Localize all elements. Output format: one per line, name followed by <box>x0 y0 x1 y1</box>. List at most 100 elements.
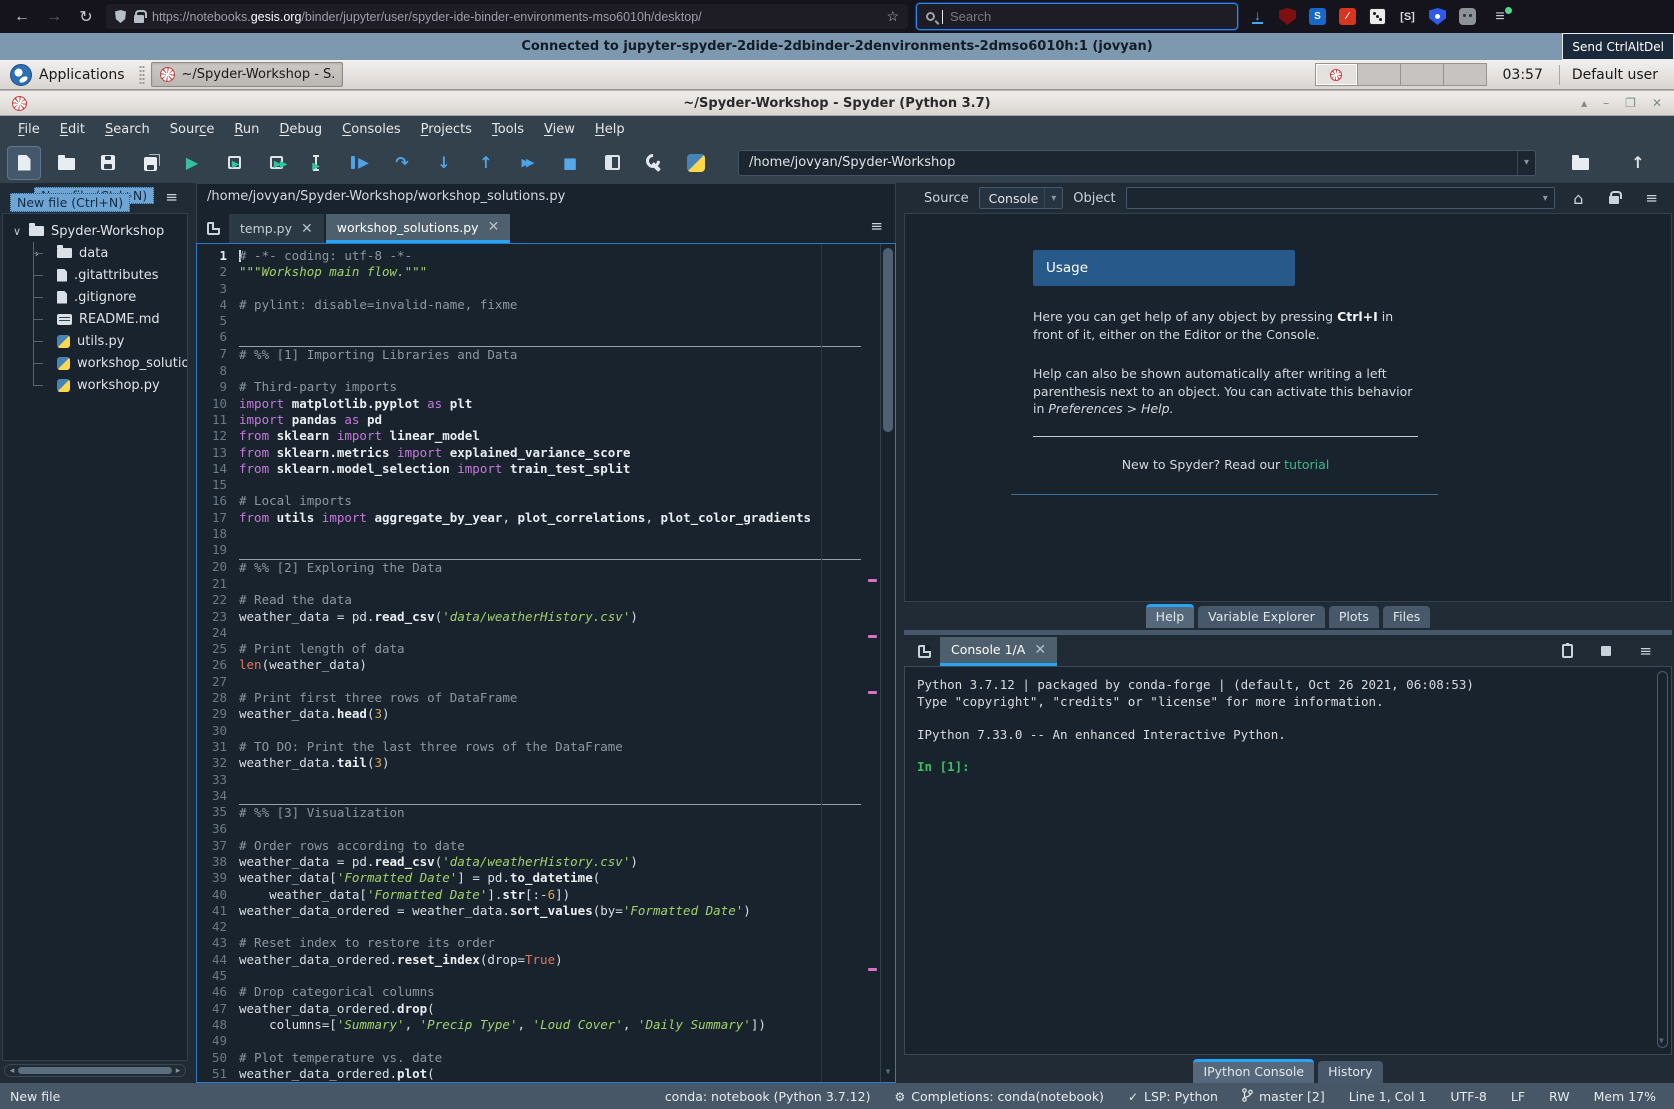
tree-item-utils-py[interactable]: utils.py <box>3 330 187 352</box>
expander-icon[interactable]: › <box>29 247 45 260</box>
tree-item--gitattributes[interactable]: .gitattributes <box>3 264 187 286</box>
close-icon[interactable]: ✕ <box>1034 645 1046 655</box>
ublock-shield-icon[interactable] <box>1279 8 1296 25</box>
menu-help[interactable]: Help <box>585 122 635 137</box>
run-cell-button[interactable]: ▶ <box>218 147 250 179</box>
scrollbar-handle[interactable] <box>18 1067 172 1074</box>
applications-menu-button[interactable]: Applications <box>6 62 133 88</box>
editor-tab-temp.py[interactable]: temp.py✕ <box>229 214 324 243</box>
python-path-manager-button[interactable] <box>680 147 712 179</box>
brackets-s-icon[interactable]: [S] <box>1399 8 1416 25</box>
menu-source[interactable]: Source <box>160 122 225 137</box>
expander-icon[interactable]: ∨ <box>9 225 25 238</box>
parent-directory-button[interactable]: ↑ <box>1622 147 1654 179</box>
console-output[interactable]: Python 3.7.12 | packaged by conda-forge … <box>904 666 1672 1055</box>
maximize-pane-button[interactable] <box>596 147 628 179</box>
debug-file-button[interactable]: ▶ <box>344 147 376 179</box>
bookmark-star-icon[interactable]: ☆ <box>886 8 899 25</box>
menu-consoles[interactable]: Consoles <box>332 122 410 137</box>
menu-debug[interactable]: Debug <box>269 122 332 137</box>
menu-view[interactable]: View <box>534 122 585 137</box>
code-editor[interactable]: 1# -*- coding: utf-8 -*-2"""Workshop mai… <box>196 243 896 1083</box>
tab-plots[interactable]: Plots <box>1329 606 1379 628</box>
tree-item-workshop-solutions-p[interactable]: workshop_solutions.p <box>3 352 187 374</box>
help-object-combo[interactable]: ▾ <box>1126 187 1556 209</box>
run-selection-button[interactable]: ▶ <box>302 147 334 179</box>
interrupt-kernel-icon[interactable] <box>1601 646 1611 656</box>
workspace-4[interactable] <box>1444 63 1487 86</box>
preferences-button[interactable] <box>638 147 670 179</box>
tab-history[interactable]: History <box>1318 1061 1382 1083</box>
workspace-1[interactable] <box>1315 63 1358 86</box>
tab-ipython-console[interactable]: IPython Console <box>1193 1059 1314 1083</box>
menu-edit[interactable]: Edit <box>50 122 95 137</box>
stop-execution-button[interactable]: ■ <box>554 147 586 179</box>
tree-item--gitignore[interactable]: .gitignore <box>3 286 187 308</box>
workspace-2[interactable] <box>1358 63 1401 86</box>
back-icon[interactable]: ← <box>10 8 34 26</box>
menu-run[interactable]: Run <box>224 122 269 137</box>
maximize-window-icon[interactable]: ❐ <box>1625 96 1636 110</box>
explorer-horizontal-scrollbar[interactable]: ◂ ▸ <box>4 1064 186 1077</box>
menu-projects[interactable]: Projects <box>411 122 482 137</box>
tree-item-workshop-py[interactable]: workshop.py <box>3 374 187 396</box>
tree-item-data[interactable]: ›data <box>3 242 187 264</box>
tab-variable-explorer[interactable]: Variable Explorer <box>1198 606 1325 628</box>
scroll-down-icon[interactable]: ▼ <box>881 1064 895 1080</box>
forward-icon[interactable]: → <box>42 8 66 26</box>
browse-working-directory-button[interactable] <box>1564 147 1596 179</box>
scroll-left-icon[interactable]: ◂ <box>7 1066 17 1076</box>
pane-splitter[interactable] <box>902 628 1674 636</box>
todo-flag-icon[interactable] <box>868 635 877 638</box>
save-file-button[interactable] <box>92 147 124 179</box>
open-file-button[interactable] <box>50 147 82 179</box>
tab-files[interactable]: Files <box>1383 606 1430 628</box>
pane-options-icon[interactable]: ≡ <box>165 188 178 206</box>
close-icon[interactable]: ✕ <box>301 224 313 234</box>
run-cell-and-advance-button[interactable]: ▶▶ <box>260 147 292 179</box>
url-bar[interactable]: https://notebooks.gesis.org/binder/jupyt… <box>106 4 908 29</box>
step-return-button[interactable]: ↑ <box>470 147 502 179</box>
editor-options-icon[interactable]: ≡ <box>870 217 895 243</box>
editor-tab-workshop_solutions.py[interactable]: workshop_solutions.py✕ <box>326 214 511 243</box>
dice-icon[interactable] <box>1369 8 1386 25</box>
downloads-icon[interactable]: ↓ <box>1252 9 1263 24</box>
search-input[interactable]: Search <box>916 3 1238 30</box>
tab-help[interactable]: Help <box>1146 604 1195 628</box>
scroll-right-icon[interactable]: ▸ <box>173 1066 183 1076</box>
tracking-protection-shield-icon[interactable] <box>115 10 126 23</box>
blue-shield-icon[interactable] <box>1429 8 1446 25</box>
user-menu[interactable]: Default user <box>1572 67 1658 83</box>
browse-tabs-button[interactable] <box>908 636 940 666</box>
pane-options-icon[interactable]: ≡ <box>1639 642 1652 660</box>
taskbar-window-button[interactable]: ~/Spyder-Workshop - S... <box>151 62 343 87</box>
menu-tools[interactable]: Tools <box>482 122 534 137</box>
console-scrollbar[interactable] <box>1657 671 1668 1048</box>
step-into-button[interactable]: ↓ <box>428 147 460 179</box>
app-menu-icon[interactable]: ≡ <box>1488 8 1512 26</box>
todo-flag-icon[interactable] <box>868 579 877 582</box>
minimize-window-icon[interactable]: – <box>1603 96 1609 110</box>
letter-s-blue-icon[interactable]: S <box>1309 8 1326 25</box>
chevron-down-icon[interactable]: ▾ <box>1517 151 1535 175</box>
console-tab[interactable]: Console 1/A ✕ <box>940 637 1057 666</box>
red-slash-icon[interactable]: ∕ <box>1339 8 1356 25</box>
working-directory-combo[interactable]: /home/jovyan/Spyder-Workshop ▾ <box>738 150 1536 176</box>
tutorial-link[interactable]: tutorial <box>1284 457 1329 472</box>
help-source-combo[interactable]: Console ▾ <box>979 187 1064 209</box>
step-over-button[interactable]: ↷ <box>386 147 418 179</box>
save-all-button[interactable] <box>134 147 166 179</box>
run-file-button[interactable]: ▶ <box>176 147 208 179</box>
clipboard-icon[interactable] <box>1562 644 1573 658</box>
tree-item-readme-md[interactable]: README.md <box>3 308 187 330</box>
new-file-button[interactable]: New file (Ctrl+N) <box>8 147 40 179</box>
chevron-down-icon[interactable]: ▾ <box>1044 188 1062 208</box>
editor-vertical-scrollbar[interactable]: ▼ <box>880 244 895 1082</box>
close-icon[interactable]: ✕ <box>488 222 500 232</box>
close-window-icon[interactable]: ✕ <box>1652 96 1662 110</box>
menu-file[interactable]: File <box>8 122 50 137</box>
menu-search[interactable]: Search <box>95 122 160 137</box>
home-icon[interactable]: ⌂ <box>1573 189 1583 208</box>
lock-icon[interactable] <box>1609 196 1619 204</box>
continue-execution-button[interactable]: ▶▶ <box>512 147 544 179</box>
